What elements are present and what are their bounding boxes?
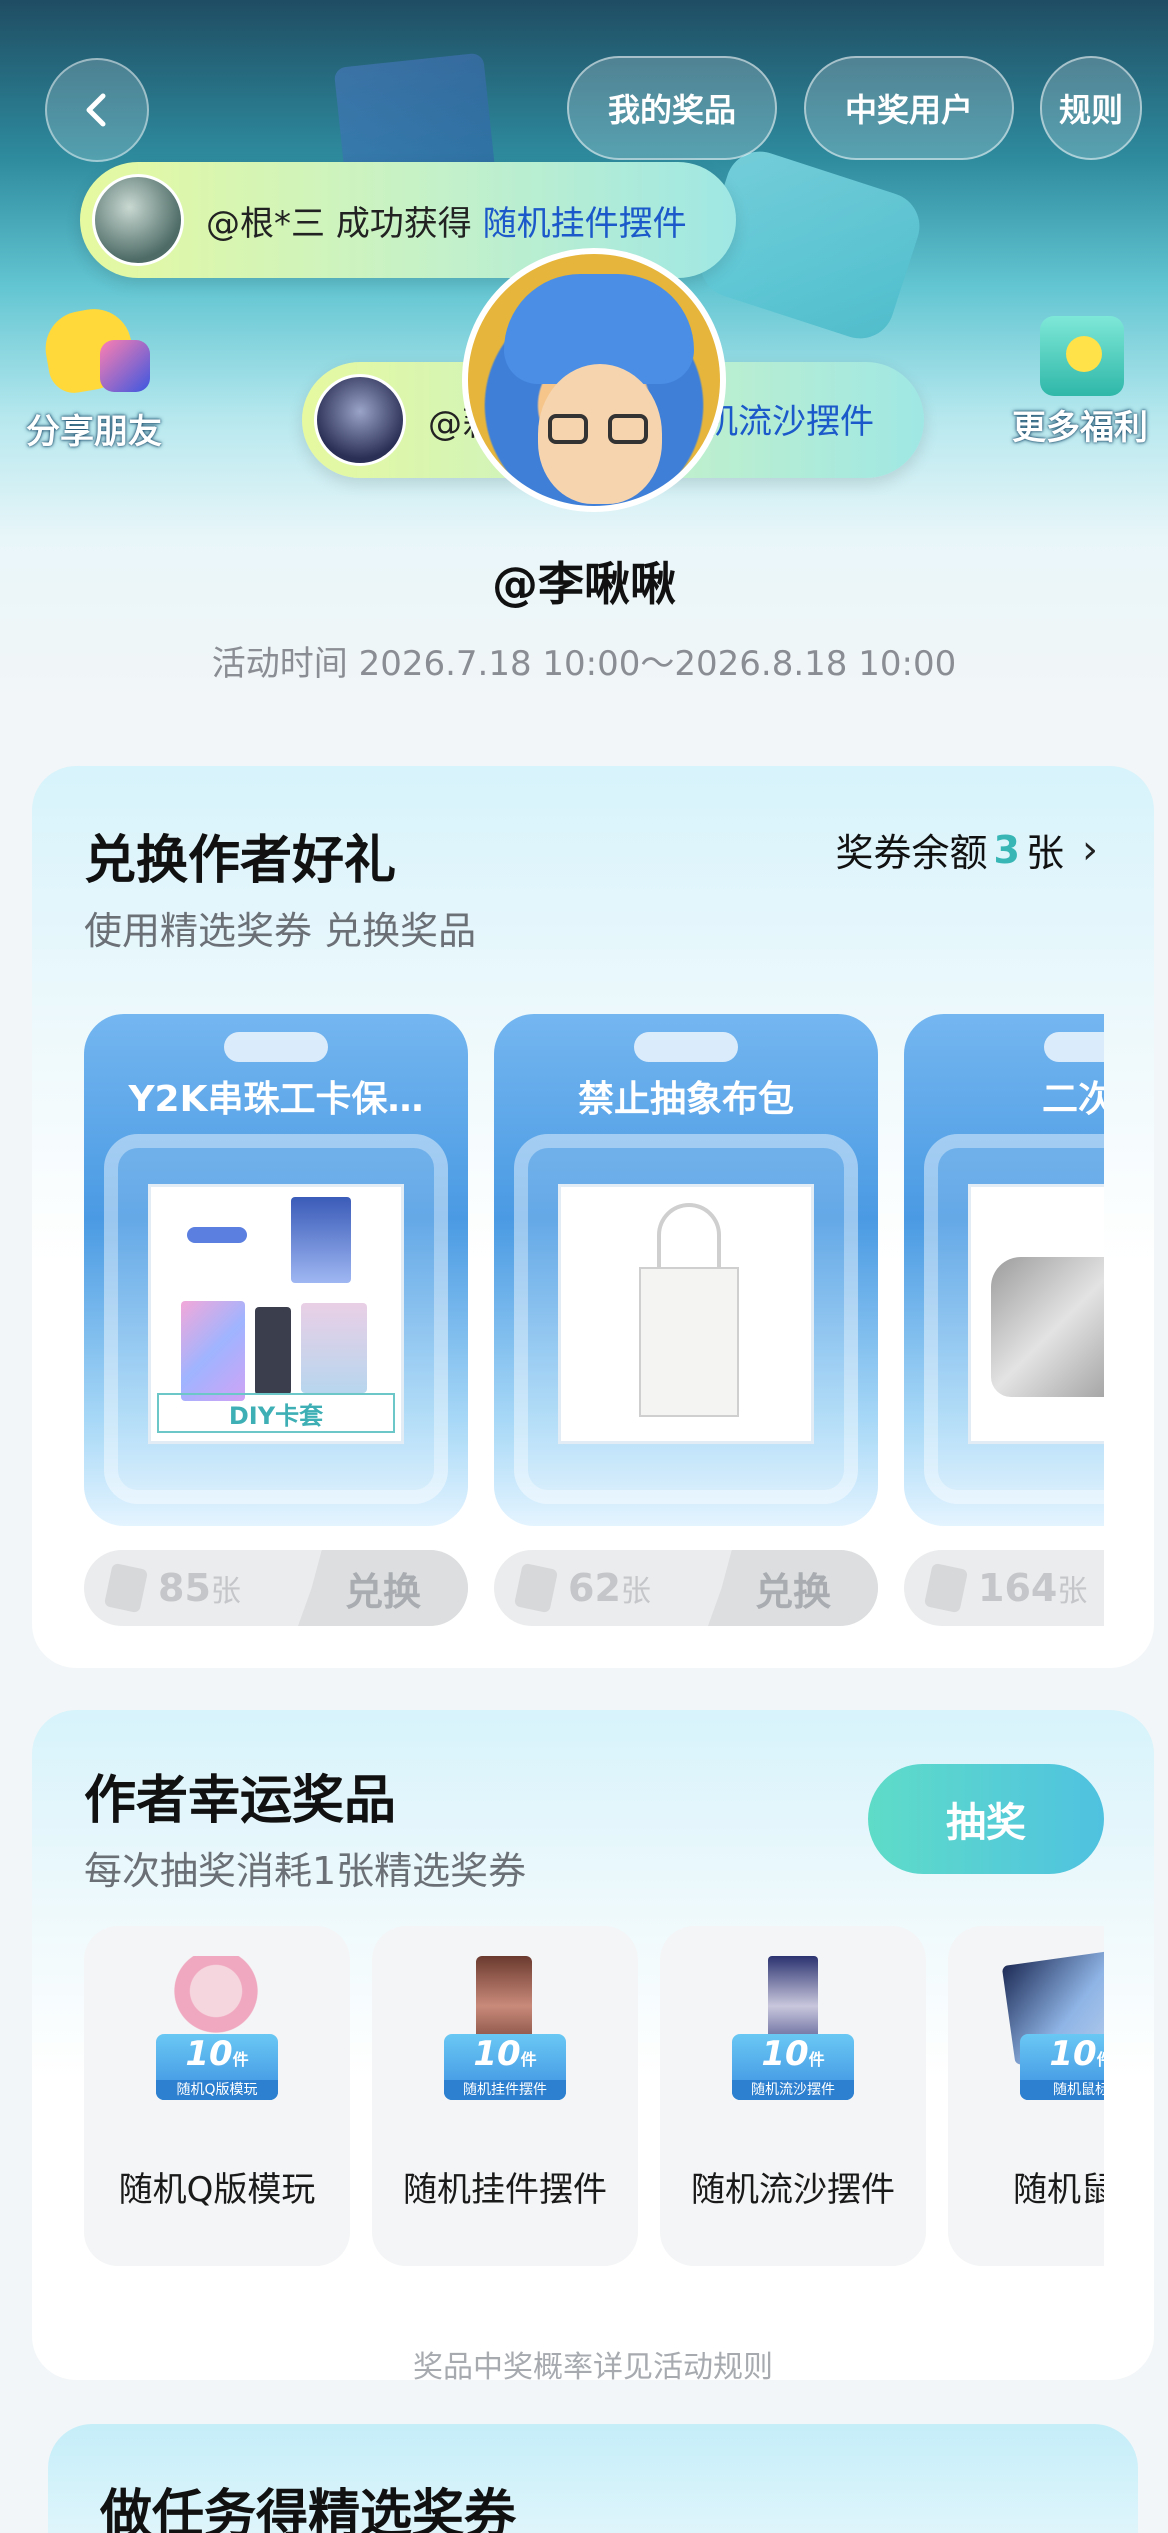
prize-item[interactable]: 10件 随机Q版模玩 随机Q版模玩 (84, 1926, 350, 2266)
goods-carousel[interactable]: Y2K串珠工卡保… DIY卡套 85张 兑换 禁止抽象布包 62张 兑换 二 1… (84, 1014, 1104, 1634)
my-prizes-button[interactable]: 我的奖品 (567, 56, 777, 160)
prize-count-badge: 10件 随机Q版模玩 (156, 2034, 278, 2100)
chevron-right-icon: › (1082, 826, 1098, 873)
exchange-title: 兑换作者好礼 (84, 831, 397, 891)
goods-card[interactable]: 禁止抽象布包 (494, 1014, 878, 1526)
exchange-card: 兑换作者好礼 使用精选奖券 兑换奖品 奖券余额 3 张 › Y2K串珠工卡保… (32, 766, 1154, 1668)
probability-note: 奖品中奖概率详见活动规则 (413, 2350, 773, 2380)
goods-cost: 164 (978, 1566, 1058, 1610)
prize-name: 随机Q版模玩 (118, 2170, 316, 2210)
goods-card[interactable]: 二次元 (904, 1014, 1104, 1526)
prize-item[interactable]: 10件 随机鼠标 随机鼠标 (948, 1926, 1104, 2266)
redeem-bar: 164张 兑换 (904, 1550, 1104, 1626)
winners-button[interactable]: 中奖用户 (804, 56, 1014, 160)
prize-count-badge: 10件 随机鼠标 (1020, 2034, 1104, 2100)
prize-item[interactable]: 10件 随机流沙摆件 随机流沙摆件 (660, 1926, 926, 2266)
author-avatar[interactable] (462, 248, 726, 512)
gift-icon (1020, 300, 1140, 400)
lottery-card: 作者幸运奖品 每次抽奖消耗1张精选奖券 抽奖 10件 随机Q版模玩 随机Q版模玩… (32, 1710, 1154, 2380)
redeem-button[interactable]: 兑换 (708, 1550, 878, 1626)
prize-count-badge: 10件 随机流沙摆件 (732, 2034, 854, 2100)
prize-name: 随机流沙摆件 (691, 2170, 895, 2210)
exchange-subtitle: 使用精选奖券 兑换奖品 (84, 909, 477, 953)
goods-title: 禁止抽象布包 (577, 1079, 794, 1120)
ticker-avatar (314, 374, 406, 466)
goods-tag: DIY卡套 (157, 1393, 395, 1433)
task-title: 做任务得精选奖券 (100, 2485, 517, 2533)
prize-count-badge: 10件 随机挂件摆件 (444, 2034, 566, 2100)
rules-button[interactable]: 规则 (1040, 56, 1142, 160)
ticker-prize-text: 机流沙摆件 (704, 402, 874, 442)
ticker-avatar (92, 174, 184, 266)
ticker-text: @根*三 成功获得 随机挂件摆件 (206, 203, 687, 244)
ticket-balance-value: 3 (993, 827, 1020, 872)
chevron-left-icon (86, 93, 106, 127)
lottery-title: 作者幸运奖品 (84, 1771, 397, 1831)
ticket-balance-link[interactable]: 奖券余额 3 张 › (836, 822, 1098, 877)
lottery-subtitle: 每次抽奖消耗1张精选奖券 (84, 1849, 527, 1893)
activity-time: 活动时间 2026.7.18 10:00～2026.8.18 10:00 (211, 644, 957, 684)
redeem-button[interactable]: 兑换 (298, 1550, 468, 1626)
ticket-icon (513, 1562, 559, 1614)
goods-image (968, 1184, 1104, 1444)
goods-cost: 85 (158, 1566, 211, 1610)
goods-cost: 62 (568, 1566, 621, 1610)
prize-name: 随机鼠标 (1013, 2170, 1104, 2210)
goods-item[interactable]: 禁止抽象布包 62张 兑换 (494, 1014, 878, 1626)
prize-name: 随机挂件摆件 (403, 2170, 607, 2210)
ticket-icon (103, 1562, 149, 1614)
task-card: 做任务得精选奖券 (48, 2424, 1138, 2533)
goods-image: DIY卡套 (148, 1184, 404, 1444)
redeem-bar: 62张 兑换 (494, 1550, 878, 1626)
more-benefits-button[interactable]: 更多福利 (1012, 300, 1148, 449)
draw-button[interactable]: 抽奖 (868, 1764, 1104, 1874)
back-button[interactable] (45, 58, 149, 162)
author-username: @李啾啾 (492, 557, 676, 611)
hero-banner: 我的奖品 中奖用户 规则 @根*三 成功获得 随机挂件摆件 @莉 机流沙摆件 分… (0, 0, 1168, 720)
prize-carousel[interactable]: 10件 随机Q版模玩 随机Q版模玩 10件 随机挂件摆件 随机挂件摆件 10件 … (84, 1926, 1104, 2270)
goods-title: Y2K串珠工卡保… (128, 1079, 424, 1120)
goods-title: 二次元 (1041, 1079, 1104, 1120)
goods-image (558, 1184, 814, 1444)
redeem-bar: 85张 兑换 (84, 1550, 468, 1626)
goods-card[interactable]: Y2K串珠工卡保… DIY卡套 (84, 1014, 468, 1526)
share-heart-icon (34, 304, 154, 404)
share-friends-button[interactable]: 分享朋友 (26, 304, 162, 453)
goods-item[interactable]: Y2K串珠工卡保… DIY卡套 85张 兑换 (84, 1014, 468, 1626)
prize-item[interactable]: 10件 随机挂件摆件 随机挂件摆件 (372, 1926, 638, 2266)
ticket-icon (923, 1562, 969, 1614)
goods-item[interactable]: 二次元 164张 兑换 (904, 1014, 1104, 1626)
